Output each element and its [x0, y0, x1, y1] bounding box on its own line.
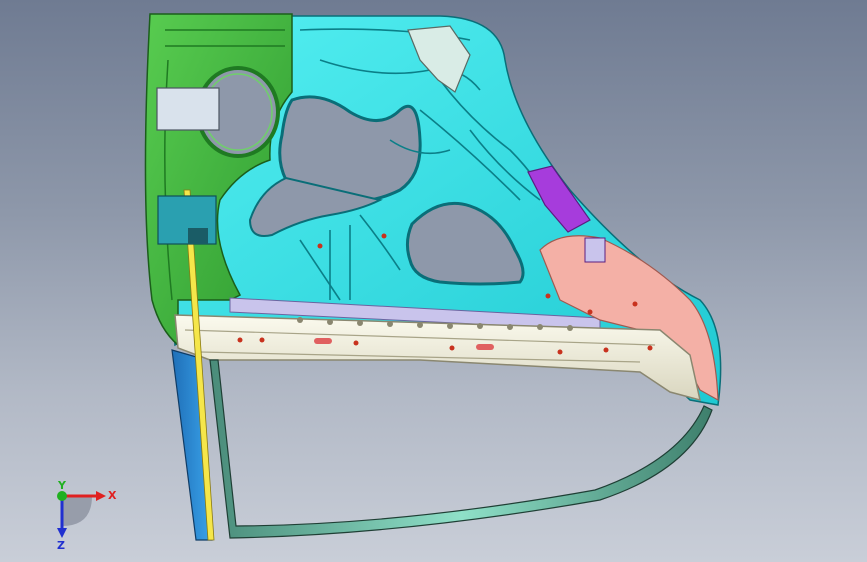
- axis-triad: X Y Z: [57, 480, 117, 550]
- beam-slot: [314, 338, 332, 344]
- x-axis-label: X: [108, 489, 117, 502]
- mirror-bracket-pad: [584, 237, 606, 263]
- check-link-block-inner: [188, 228, 208, 244]
- window-seal[interactable]: [209, 359, 713, 539]
- cad-viewport[interactable]: X Y Z: [0, 0, 867, 562]
- y-axis-origin: [57, 491, 67, 501]
- z-axis-label: Z: [57, 539, 65, 550]
- door-assembly-model[interactable]: [0, 0, 867, 562]
- latch-plate[interactable]: [156, 87, 220, 131]
- z-axis-arrowhead: [57, 528, 67, 538]
- y-axis-label: Y: [57, 480, 67, 492]
- x-axis-arrowhead: [96, 491, 106, 501]
- beam-slot: [476, 344, 494, 350]
- triad-shadow: [62, 496, 92, 526]
